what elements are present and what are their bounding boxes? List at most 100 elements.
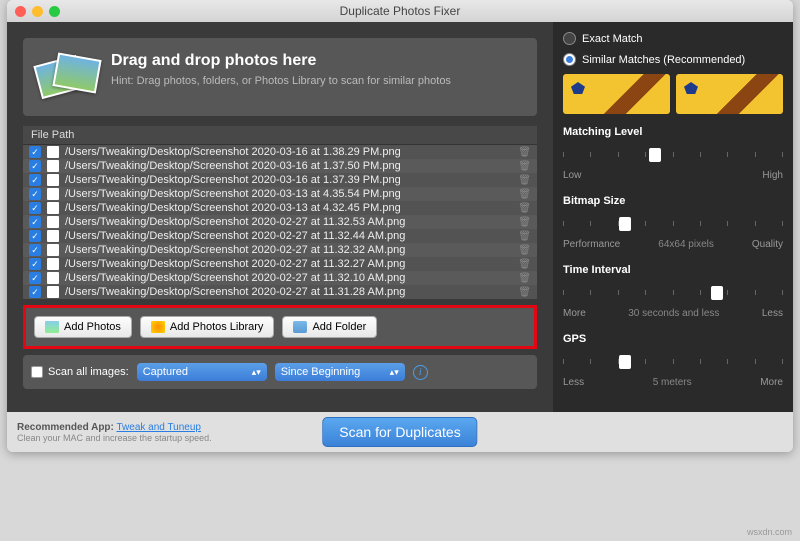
captured-select[interactable]: Captured▴▾ (137, 363, 267, 381)
file-row[interactable]: ✓/Users/Tweaking/Desktop/Screenshot 2020… (23, 187, 537, 201)
file-checkbox[interactable]: ✓ (29, 258, 41, 270)
file-checkbox[interactable]: ✓ (29, 160, 41, 172)
trash-icon[interactable]: 🗑 (518, 217, 531, 228)
add-buttons-row: Add Photos Add Photos Library Add Folder (23, 305, 537, 349)
trash-icon[interactable]: 🗑 (518, 175, 531, 186)
scan-duplicates-button[interactable]: Scan for Duplicates (322, 417, 477, 447)
slider-knob[interactable] (649, 148, 661, 162)
file-row[interactable]: ✓ /Users/Tweaking/Desktop/Screenshot 2020… (23, 215, 537, 229)
section-title: GPS (563, 333, 783, 345)
file-path: /Users/Tweaking/Desktop/Screenshot 2020-… (65, 202, 512, 214)
trash-icon[interactable]: 🗑 (518, 273, 531, 284)
watermark: wsxdn.com (747, 527, 792, 537)
file-path: /Users/Tweaking/Desktop/Screenshot 2020-… (65, 230, 512, 242)
window-title: Duplicate Photos Fixer (7, 4, 793, 18)
file-icon (47, 272, 59, 284)
titlebar: Duplicate Photos Fixer (7, 0, 793, 22)
file-path: /Users/Tweaking/Desktop/Screenshot 2020-… (65, 174, 512, 186)
file-row[interactable]: ✓ /Users/Tweaking/Desktop/Screenshot 2020… (23, 257, 537, 271)
photos-stack-icon (37, 52, 97, 102)
section-title: Matching Level (563, 126, 783, 138)
file-list[interactable]: ✓ /Users/Tweaking/Desktop/Screenshot 2020… (23, 145, 537, 299)
file-icon (47, 216, 59, 228)
section-title: Bitmap Size (563, 195, 783, 207)
info-icon[interactable]: i (413, 365, 428, 380)
add-photos-library-button[interactable]: Add Photos Library (140, 316, 275, 338)
trash-icon[interactable]: 🗑 (518, 147, 531, 158)
file-checkbox[interactable]: ✓ (29, 146, 41, 158)
slider-knob[interactable] (619, 355, 631, 369)
file-path: /Users/Tweaking/Desktop/Screenshot 2020-… (65, 244, 512, 256)
matching-level-slider[interactable] (563, 144, 783, 166)
file-icon (47, 202, 59, 214)
file-checkbox[interactable]: ✓ (29, 174, 41, 186)
drop-heading: Drag and drop photos here (111, 52, 451, 70)
trash-icon[interactable]: 🗑 (518, 287, 531, 298)
file-row[interactable]: ✓ /Users/Tweaking/Desktop/Screenshot 2020… (23, 243, 537, 257)
since-select[interactable]: Since Beginning▴▾ (275, 363, 405, 381)
add-library-label: Add Photos Library (170, 321, 264, 333)
time-interval-section: Time Interval More30 seconds and lessLes… (563, 264, 783, 319)
slider-knob[interactable] (711, 286, 723, 300)
trash-icon[interactable]: 🗑 (518, 189, 531, 200)
file-checkbox[interactable]: ✓ (29, 272, 41, 284)
gps-section: GPS Less5 metersMore (563, 333, 783, 388)
add-folder-button[interactable]: Add Folder (282, 316, 377, 338)
preview-thumb (676, 74, 783, 114)
file-icon (47, 230, 59, 242)
file-icon (47, 188, 59, 200)
file-path: /Users/Tweaking/Desktop/Screenshot 2020-… (65, 216, 512, 228)
scan-all-row: Scan all images: Captured▴▾ Since Beginn… (23, 355, 537, 389)
file-row[interactable]: ✓ /Users/Tweaking/Desktop/Screenshot 2020… (23, 285, 537, 299)
file-checkbox[interactable]: ✓ (29, 188, 41, 200)
file-path: /Users/Tweaking/Desktop/Screenshot 2020-… (65, 286, 512, 298)
trash-icon[interactable]: 🗑 (518, 245, 531, 256)
file-path: /Users/Tweaking/Desktop/Screenshot 2020-… (65, 146, 512, 158)
file-checkbox[interactable]: ✓ (29, 230, 41, 242)
file-icon (47, 160, 59, 172)
file-checkbox[interactable]: ✓ (29, 216, 41, 228)
file-row[interactable]: ✓ /Users/Tweaking/Desktop/Screenshot 2020… (23, 173, 537, 187)
drop-zone[interactable]: Drag and drop photos here Hint: Drag pho… (23, 38, 537, 116)
file-checkbox[interactable]: ✓ (29, 244, 41, 256)
time-interval-slider[interactable] (563, 282, 783, 304)
file-row[interactable]: ✓/Users/Tweaking/Desktop/Screenshot 2020… (23, 271, 537, 285)
file-row[interactable]: ✓ /Users/Tweaking/Desktop/Screenshot 2020… (23, 159, 537, 173)
file-path: /Users/Tweaking/Desktop/Screenshot 2020-… (65, 258, 512, 270)
trash-icon[interactable]: 🗑 (518, 231, 531, 242)
drop-hint: Hint: Drag photos, folders, or Photos Li… (111, 74, 451, 89)
photo-icon (45, 321, 59, 333)
bitmap-size-section: Bitmap Size Performance64x64 pixelsQuali… (563, 195, 783, 250)
recommended-app: Recommended App: Tweak and Tuneup Clean … (17, 422, 212, 443)
exact-match-radio[interactable]: Exact Match (563, 32, 783, 45)
slider-knob[interactable] (619, 217, 631, 231)
tweak-tuneup-link[interactable]: Tweak and Tuneup (116, 422, 201, 433)
photos-library-icon (151, 321, 165, 333)
file-checkbox[interactable]: ✓ (29, 202, 41, 214)
add-photos-button[interactable]: Add Photos (34, 316, 132, 338)
file-icon (47, 244, 59, 256)
gps-slider[interactable] (563, 351, 783, 373)
scan-all-checkbox[interactable] (31, 366, 43, 378)
trash-icon[interactable]: 🗑 (518, 161, 531, 172)
footer: Recommended App: Tweak and Tuneup Clean … (7, 412, 793, 452)
similar-match-radio[interactable]: Similar Matches (Recommended) (563, 53, 783, 66)
scan-all-checkbox-label[interactable]: Scan all images: (31, 366, 129, 378)
trash-icon[interactable]: 🗑 (518, 203, 531, 214)
file-path: /Users/Tweaking/Desktop/Screenshot 2020-… (65, 160, 512, 172)
section-title: Time Interval (563, 264, 783, 276)
file-row[interactable]: ✓ /Users/Tweaking/Desktop/Screenshot 2020… (23, 201, 537, 215)
bitmap-size-slider[interactable] (563, 213, 783, 235)
file-icon (47, 258, 59, 270)
file-header: File Path (23, 126, 537, 145)
trash-icon[interactable]: 🗑 (518, 259, 531, 270)
settings-sidebar: Exact Match Similar Matches (Recommended… (553, 22, 793, 412)
file-icon (47, 146, 59, 158)
radio-icon (563, 53, 576, 66)
add-folder-label: Add Folder (312, 321, 366, 333)
file-checkbox[interactable]: ✓ (29, 286, 41, 298)
file-icon (47, 174, 59, 186)
matching-level-section: Matching Level LowHigh (563, 126, 783, 181)
file-row[interactable]: ✓ /Users/Tweaking/Desktop/Screenshot 2020… (23, 229, 537, 243)
file-row[interactable]: ✓ /Users/Tweaking/Desktop/Screenshot 2020… (23, 145, 537, 159)
